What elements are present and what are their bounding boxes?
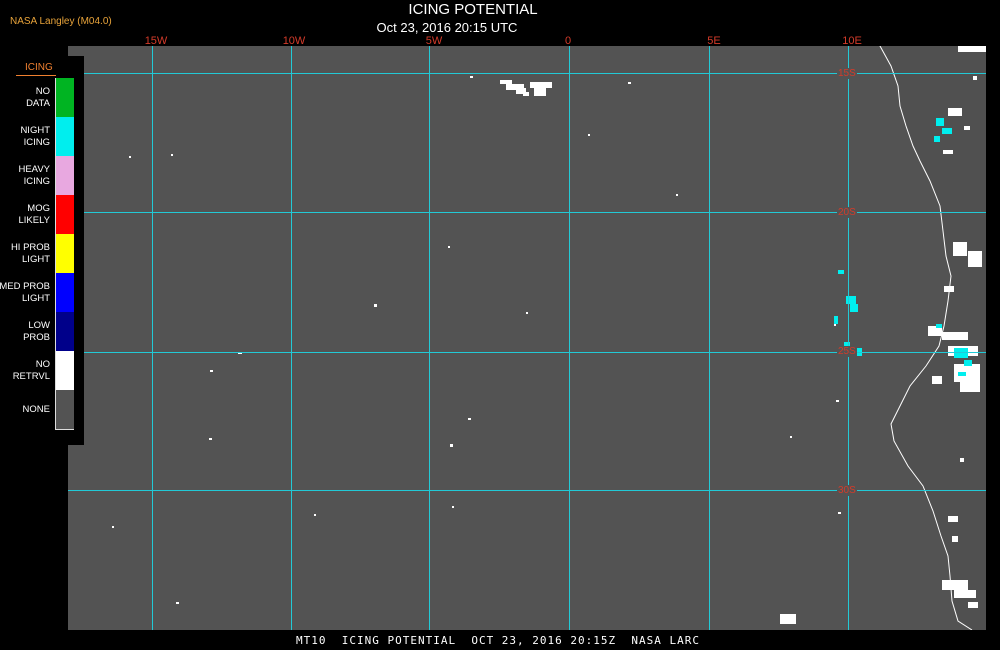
- lat-label-25s: 25S: [837, 346, 857, 357]
- legend-swatch-heavy-icing: [56, 156, 74, 195]
- legend-swatch-no-data: [56, 78, 74, 117]
- grid-line-lon-5w: [429, 46, 430, 630]
- lat-label-20s: 20S: [837, 207, 857, 218]
- legend-swatch-night-icing: [56, 117, 74, 156]
- legend-title: ICING: [25, 62, 53, 73]
- legend-label-none: NONE: [22, 403, 50, 415]
- map-datetime: Oct 23, 2016 20:15 UTC: [376, 20, 518, 35]
- legend-swatch-mog-likely: [56, 195, 74, 234]
- grid-line-lon-10e: [848, 46, 849, 630]
- legend-swatch-med-prob-light: [56, 273, 74, 312]
- legend-swatch-none: [56, 390, 74, 429]
- legend-swatch-hi-prob-light: [56, 234, 74, 273]
- grid-line-lon-5e: [709, 46, 710, 630]
- legend-label-night-icing: NIGHT ICING: [20, 124, 50, 148]
- grid-line-lon-0: [569, 46, 570, 630]
- grid-line-lon-15w: [152, 46, 153, 630]
- cloud-pixels: [112, 46, 986, 624]
- lat-label-15s: 15S: [837, 68, 857, 79]
- legend-label-hi-prob-light: HI PROB LIGHT: [10, 241, 50, 265]
- footer-caption: MT10 ICING POTENTIAL OCT 23, 2016 20:15Z…: [296, 634, 700, 647]
- legend-label-med-prob-light: MED PROB LIGHT: [0, 280, 50, 304]
- legend-label-heavy-icing: HEAVY ICING: [18, 163, 50, 187]
- legend-title-underline: [16, 75, 56, 76]
- legend-label-mog-likely: MOG LIKELY: [18, 202, 50, 226]
- legend-label-low-prob: LOW PROB: [23, 319, 50, 343]
- satellite-map[interactable]: 15S 20S 25S 30S: [68, 46, 986, 630]
- lat-label-30s: 30S: [837, 485, 857, 496]
- legend-label-no-data: NO DATA: [26, 85, 50, 109]
- legend-label-no-retrvl: NO RETRVL: [12, 358, 50, 382]
- legend-swatch-no-retrvl: [56, 351, 74, 390]
- map-title: ICING POTENTIAL: [408, 1, 538, 18]
- grid-line-lon-10w: [291, 46, 292, 630]
- legend-swatch-low-prob: [56, 312, 74, 351]
